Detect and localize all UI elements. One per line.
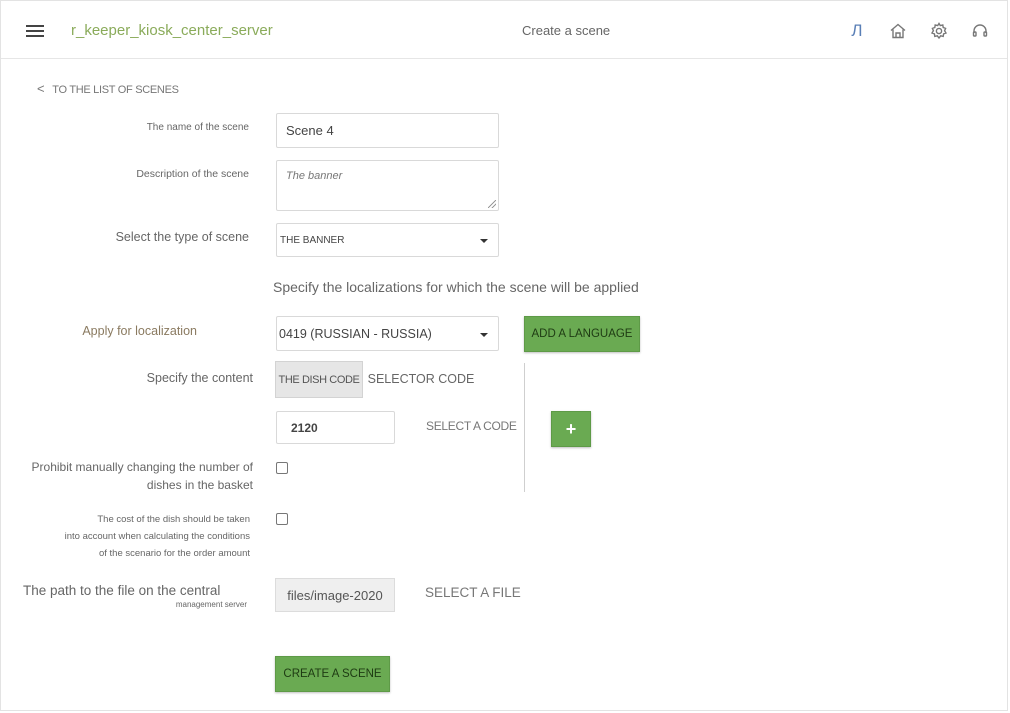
dish-code-input[interactable]: 2120 xyxy=(276,411,395,444)
description-label: Description of the scene xyxy=(136,168,249,180)
file-path-label: The path to the file on the central mana… xyxy=(1,583,247,609)
page-title: Create a scene xyxy=(522,23,611,38)
dish-code-value: 2120 xyxy=(291,420,318,435)
cost-conditions-label-line1: The cost of the dish should be taken xyxy=(97,514,250,525)
chevron-down-icon xyxy=(480,332,488,337)
scene-type-value: THE BANNER xyxy=(280,234,345,246)
prohibit-change-label-line1: Prohibit manually changing the number of xyxy=(31,460,253,474)
file-path-label-line1: The path to the file on the central xyxy=(23,583,221,598)
tab-selector-code[interactable]: SELECTOR CODE xyxy=(365,361,477,396)
resize-grip-icon[interactable] xyxy=(488,200,496,208)
create-scene-button[interactable]: CREATE A SCENE xyxy=(275,656,390,692)
app-window: r_keeper_kiosk_center_server Create a sc… xyxy=(0,0,1008,711)
localization-label: Apply for localization xyxy=(82,324,197,338)
tab-dish-code[interactable]: THE DISH CODE xyxy=(275,361,363,398)
content-divider xyxy=(524,363,525,492)
cost-conditions-label-line2: into account when calculating the condit… xyxy=(64,531,250,542)
language-icon[interactable]: Л xyxy=(847,21,867,41)
prohibit-change-label-line2: dishes in the basket xyxy=(146,478,253,492)
home-icon[interactable] xyxy=(888,21,908,41)
prohibit-change-label: Prohibit manually changing the number of… xyxy=(21,458,253,494)
back-link-label: TO THE LIST OF SCENES xyxy=(52,84,179,96)
content-label: Specify the content xyxy=(146,371,253,385)
chevron-down-icon xyxy=(480,239,488,243)
app-title: r_keeper_kiosk_center_server xyxy=(71,22,273,39)
scene-name-value: Scene 4 xyxy=(286,123,334,138)
localization-select[interactable]: 0419 (RUSSIAN - RUSSIA) xyxy=(276,316,499,351)
select-code-link[interactable]: SELECT A CODE xyxy=(426,419,517,433)
description-textarea[interactable]: The banner xyxy=(276,160,499,211)
file-path-field: files/image-2020 xyxy=(275,578,395,612)
add-language-button[interactable]: ADD A LANGUAGE xyxy=(524,316,640,352)
prohibit-change-checkbox[interactable] xyxy=(276,462,288,474)
gear-icon[interactable] xyxy=(929,21,949,41)
scene-name-input[interactable]: Scene 4 xyxy=(276,113,499,148)
scene-name-label: The name of the scene xyxy=(146,122,249,133)
chevron-left-icon: < xyxy=(37,81,45,96)
cost-conditions-label: The cost of the dish should be taken int… xyxy=(21,511,250,562)
scene-type-select[interactable]: THE BANNER xyxy=(276,223,499,257)
plus-icon: + xyxy=(565,418,577,439)
scene-type-label: Select the type of scene xyxy=(115,230,249,244)
back-to-scenes-link[interactable]: < TO THE LIST OF SCENES xyxy=(37,81,179,96)
select-file-link[interactable]: SELECT A FILE xyxy=(425,585,521,600)
localization-heading: Specify the localizations for which the … xyxy=(273,279,639,295)
file-path-label-line2: management server xyxy=(175,600,247,609)
cost-conditions-checkbox[interactable] xyxy=(276,513,288,525)
hamburger-menu-icon[interactable] xyxy=(26,25,44,39)
localization-value: 0419 (RUSSIAN - RUSSIA) xyxy=(279,326,432,341)
top-bar: r_keeper_kiosk_center_server Create a sc… xyxy=(1,1,1007,59)
file-path-value: files/image-2020 xyxy=(287,587,383,603)
headset-icon[interactable] xyxy=(970,21,990,41)
add-code-button[interactable]: + xyxy=(551,411,591,447)
cost-conditions-label-line3: of the scenario for the order amount xyxy=(98,548,250,559)
description-value: The banner xyxy=(286,170,343,182)
